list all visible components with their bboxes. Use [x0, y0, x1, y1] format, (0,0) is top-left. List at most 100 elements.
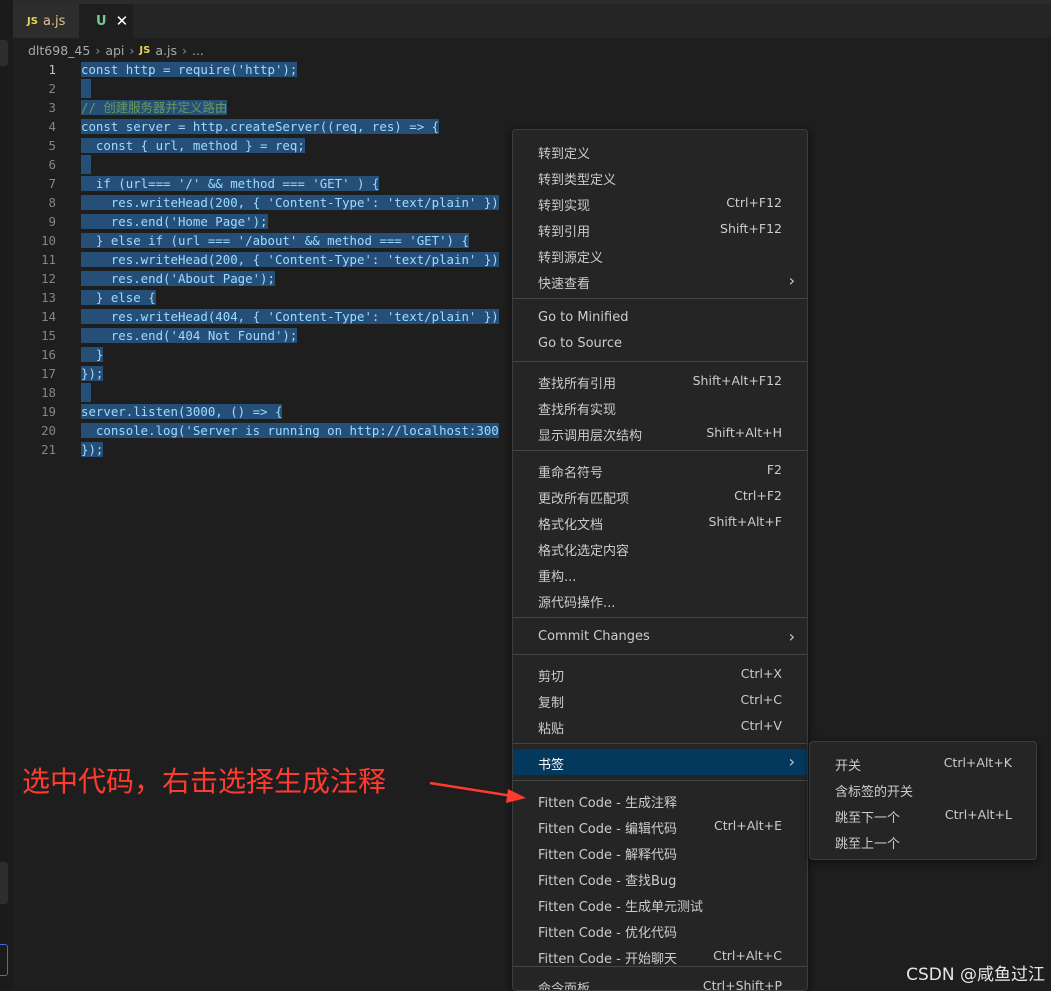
menu-separator [513, 780, 807, 781]
code-line[interactable]: 10 } else if (url === '/about' && method… [13, 231, 513, 250]
menu-item[interactable]: Commit Changes › [513, 624, 807, 650]
menu-item[interactable]: 查找所有引用 Shift+Alt+F12 [513, 368, 807, 394]
line-number: 1 [48, 62, 56, 77]
code-line[interactable]: 15 res.end('404 Not Found'); [13, 326, 513, 345]
menu-item[interactable]: 更改所有匹配项 Ctrl+F2 [513, 483, 807, 509]
menu-item[interactable]: 转到实现 Ctrl+F12 [513, 190, 807, 216]
menu-item[interactable]: 命令面板... Ctrl+Shift+P [513, 973, 807, 990]
strip-active-indicator[interactable] [0, 944, 8, 976]
menu-item[interactable]: Fitten Code - 优化代码 [513, 917, 807, 943]
code-line[interactable]: 18 [13, 383, 513, 402]
code-line[interactable]: 13 } else { [13, 288, 513, 307]
menu-item-shortcut: Ctrl+Alt+E [713, 818, 782, 833]
menu-item[interactable]: 转到定义 [513, 138, 807, 164]
menu-item-shortcut: Ctrl+Alt+C [713, 948, 782, 963]
code-line[interactable]: 1 const http = require('http'); [13, 60, 513, 79]
javascript-file-icon: JS [27, 15, 38, 27]
menu-item[interactable]: 查找所有实现 [513, 394, 807, 420]
menu-item[interactable]: Fitten Code - 解释代码 [513, 839, 807, 865]
menu-item-label: 查找所有实现 [538, 403, 617, 418]
submenu-item[interactable]: 开关 Ctrl+Alt+K [810, 750, 1036, 776]
menu-item[interactable]: 源代码操作... [513, 587, 807, 613]
submenu-item[interactable]: 含标签的开关 [810, 776, 1036, 802]
menu-separator [513, 743, 807, 744]
menu-item-label: 快速查看 [538, 277, 591, 292]
code-line[interactable]: 19 server.listen(3000, () => { [13, 402, 513, 421]
line-number: 8 [48, 195, 56, 210]
code-line[interactable]: 14 res.writeHead(404, { 'Content-Type': … [13, 307, 513, 326]
selected-code: const { url, method } = req; [81, 138, 305, 153]
tab-a-js[interactable]: JS a.js [13, 4, 79, 38]
breadcrumb: dlt698_45 › api › JS a.js › ... [28, 40, 204, 60]
menu-item-shortcut: Ctrl+F12 [726, 195, 782, 210]
annotation-text: 选中代码，右击选择生成注释 [22, 765, 387, 798]
menu-item[interactable]: 书签 › [513, 749, 807, 775]
menu-separator [513, 654, 807, 655]
selected-code: // 创建服务器并定义路由 [81, 100, 228, 115]
line-number: 2 [48, 81, 56, 96]
menu-item[interactable]: 复制 Ctrl+C [513, 687, 807, 713]
code-line[interactable]: 21}); [13, 440, 513, 459]
code-line[interactable]: 5 const { url, method } = req; [13, 136, 513, 155]
submenu-item[interactable]: 跳至上一个 [810, 828, 1036, 854]
menu-item-label: 书签 [538, 758, 565, 773]
code-line[interactable]: 11 res.writeHead(200, { 'Content-Type': … [13, 250, 513, 269]
menu-item[interactable]: Fitten Code - 查找Bug [513, 865, 807, 891]
menu-item[interactable]: 格式化选定内容 [513, 535, 807, 561]
code-text: res.writeHead(404, { 'Content-Type': 'te… [81, 307, 499, 326]
breadcrumb-file[interactable]: a.js [155, 43, 177, 58]
menu-item[interactable]: Fitten Code - 编辑代码 Ctrl+Alt+E [513, 813, 807, 839]
code-line[interactable]: 2 [13, 79, 513, 98]
code-line[interactable]: 17}); [13, 364, 513, 383]
line-number: 19 [41, 404, 56, 419]
code-line[interactable]: 4 const server = http.createServer((req, … [13, 117, 513, 136]
strip-handle-bottom[interactable] [0, 862, 8, 904]
code-text: } else if (url === '/about' && method ==… [81, 231, 469, 250]
line-number: 5 [48, 138, 56, 153]
menu-separator [513, 966, 807, 967]
code-line[interactable]: 7 if (url=== '/' && method === 'GET' ) { [13, 174, 513, 193]
line-number: 18 [41, 385, 56, 400]
menu-item[interactable]: 重命名符号 F2 [513, 457, 807, 483]
strip-handle-top[interactable] [0, 40, 8, 66]
menu-item[interactable]: 显示调用层次结构 Shift+Alt+H [513, 420, 807, 446]
menu-item[interactable]: 格式化文档 Shift+Alt+F [513, 509, 807, 535]
close-icon[interactable]: ✕ [116, 12, 129, 30]
code-line[interactable]: 12 res.end('About Page'); [13, 269, 513, 288]
code-line[interactable]: 3 // 创建服务器并定义路由 [13, 98, 513, 117]
code-line[interactable]: 9 res.end('Home Page'); [13, 212, 513, 231]
menu-item[interactable]: 剪切 Ctrl+X [513, 661, 807, 687]
menu-item[interactable]: 快速查看 › [513, 268, 807, 294]
code-line[interactable]: 6 [13, 155, 513, 174]
menu-separator [513, 361, 807, 362]
code-line[interactable]: 20 console.log('Server is running on htt… [13, 421, 513, 440]
tab-active[interactable]: U ✕ [79, 4, 133, 38]
menu-item[interactable]: Go to Source [513, 331, 807, 357]
breadcrumb-folder[interactable]: dlt698_45 [28, 43, 90, 58]
code-line[interactable]: 16 } [13, 345, 513, 364]
chevron-right-icon: › [788, 271, 795, 290]
code-text: res.writeHead(200, { 'Content-Type': 'te… [81, 250, 499, 269]
menu-item-label: Commit Changes [538, 629, 650, 644]
menu-item-label: 转到实现 [538, 199, 591, 214]
menu-item[interactable]: Fitten Code - 生成单元测试 [513, 891, 807, 917]
line-number: 17 [41, 366, 56, 381]
menu-item[interactable]: Fitten Code - 生成注释 [513, 787, 807, 813]
submenu-item[interactable]: 跳至下一个 Ctrl+Alt+L [810, 802, 1036, 828]
breadcrumb-symbol[interactable]: ... [192, 43, 204, 58]
menu-item[interactable]: Go to Minified [513, 305, 807, 331]
breadcrumb-folder-api[interactable]: api [105, 43, 124, 58]
selected-code [81, 383, 91, 402]
code-line[interactable]: 8 res.writeHead(200, { 'Content-Type': '… [13, 193, 513, 212]
menu-item[interactable]: 转到引用 Shift+F12 [513, 216, 807, 242]
submenu-item-shortcut: Ctrl+Alt+K [943, 755, 1012, 770]
selected-code: res.end('404 Not Found'); [81, 328, 298, 343]
menu-item[interactable]: 转到类型定义 [513, 164, 807, 190]
menu-item-shortcut: Ctrl+F2 [734, 488, 782, 503]
menu-item-label: 源代码操作... [538, 596, 616, 611]
menu-item[interactable]: 重构... [513, 561, 807, 587]
menu-item[interactable]: 转到源定义 [513, 242, 807, 268]
menu-item-label: Fitten Code - 解释代码 [538, 848, 677, 863]
menu-item[interactable]: 粘贴 Ctrl+V [513, 713, 807, 739]
selected-code: } [81, 347, 104, 362]
